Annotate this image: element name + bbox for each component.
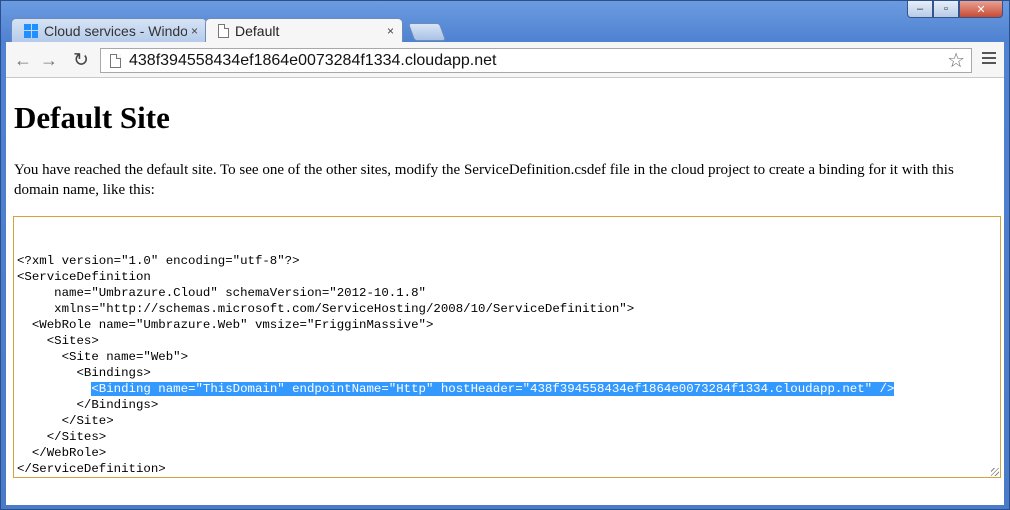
code-line: </Bindings>	[17, 398, 159, 412]
intro-paragraph: You have reached the default site. To se…	[14, 162, 954, 198]
minimize-button[interactable]: ‒	[907, 1, 933, 18]
code-textarea[interactable]: <?xml version="1.0" encoding="utf-8"?> <S…	[13, 216, 1001, 478]
code-line: name="Umbrazure.Cloud" schemaVersion="20…	[17, 286, 426, 300]
address-bar[interactable]: ☆	[100, 48, 972, 73]
url-input[interactable]	[129, 51, 948, 70]
code-line: </WebRole>	[17, 446, 107, 460]
close-window-button[interactable]: ✕	[959, 1, 1003, 18]
tab-strip: Cloud services - Windows Azure × Default…	[9, 18, 909, 42]
code-line: <Binding name="ThisDomain" endpointName=…	[17, 381, 997, 397]
code-line: <Sites>	[17, 334, 99, 348]
resize-handle[interactable]	[991, 468, 999, 476]
windows-logo-icon	[24, 23, 38, 38]
code-line: <WebRole name="Umbrazure.Web" vmsize="Fr…	[17, 318, 434, 332]
maximize-button[interactable]: ▫	[933, 1, 959, 18]
tab-close-icon[interactable]: ×	[387, 24, 394, 38]
tab-title: Cloud services - Windows Azure	[44, 22, 187, 39]
tab-title: Default	[235, 22, 280, 39]
menu-icon[interactable]	[982, 52, 996, 64]
reload-icon[interactable]: ↻	[70, 49, 92, 71]
code-line: <ServiceDefinition	[17, 270, 151, 284]
browser-toolbar: ← → ↻ ☆	[6, 42, 1004, 78]
forward-arrow-icon[interactable]: →	[38, 49, 60, 71]
window-caption-buttons: ‒ ▫ ✕	[907, 1, 1003, 18]
code-line: <?xml version="1.0" encoding="utf-8"?>	[17, 254, 300, 268]
back-arrow-icon[interactable]: ←	[12, 49, 34, 71]
code-line: xmlns="http://schemas.microsoft.com/Serv…	[17, 302, 635, 316]
page-icon	[218, 23, 229, 38]
tab-cloud-services[interactable]: Cloud services - Windows Azure ×	[11, 18, 207, 42]
page-heading: Default Site	[14, 100, 170, 135]
code-line: <Bindings>	[17, 366, 151, 380]
selected-text: <Binding name="ThisDomain" endpointName=…	[91, 382, 895, 396]
new-tab-button[interactable]	[407, 23, 447, 41]
page-icon	[110, 53, 121, 68]
code-line: </Site>	[17, 414, 114, 428]
tab-close-icon[interactable]: ×	[191, 24, 198, 38]
tab-default[interactable]: Default ×	[205, 18, 403, 42]
bookmark-star-icon[interactable]: ☆	[947, 48, 965, 73]
code-line: <Site name="Web">	[17, 350, 189, 364]
browser-window: ‒ ▫ ✕ Cloud services - Windows Azure × D…	[0, 0, 1010, 510]
code-line: </Sites>	[17, 430, 107, 444]
page-content: Default Site You have reached the defaul…	[6, 78, 1004, 505]
code-line: </ServiceDefinition>	[17, 462, 166, 476]
